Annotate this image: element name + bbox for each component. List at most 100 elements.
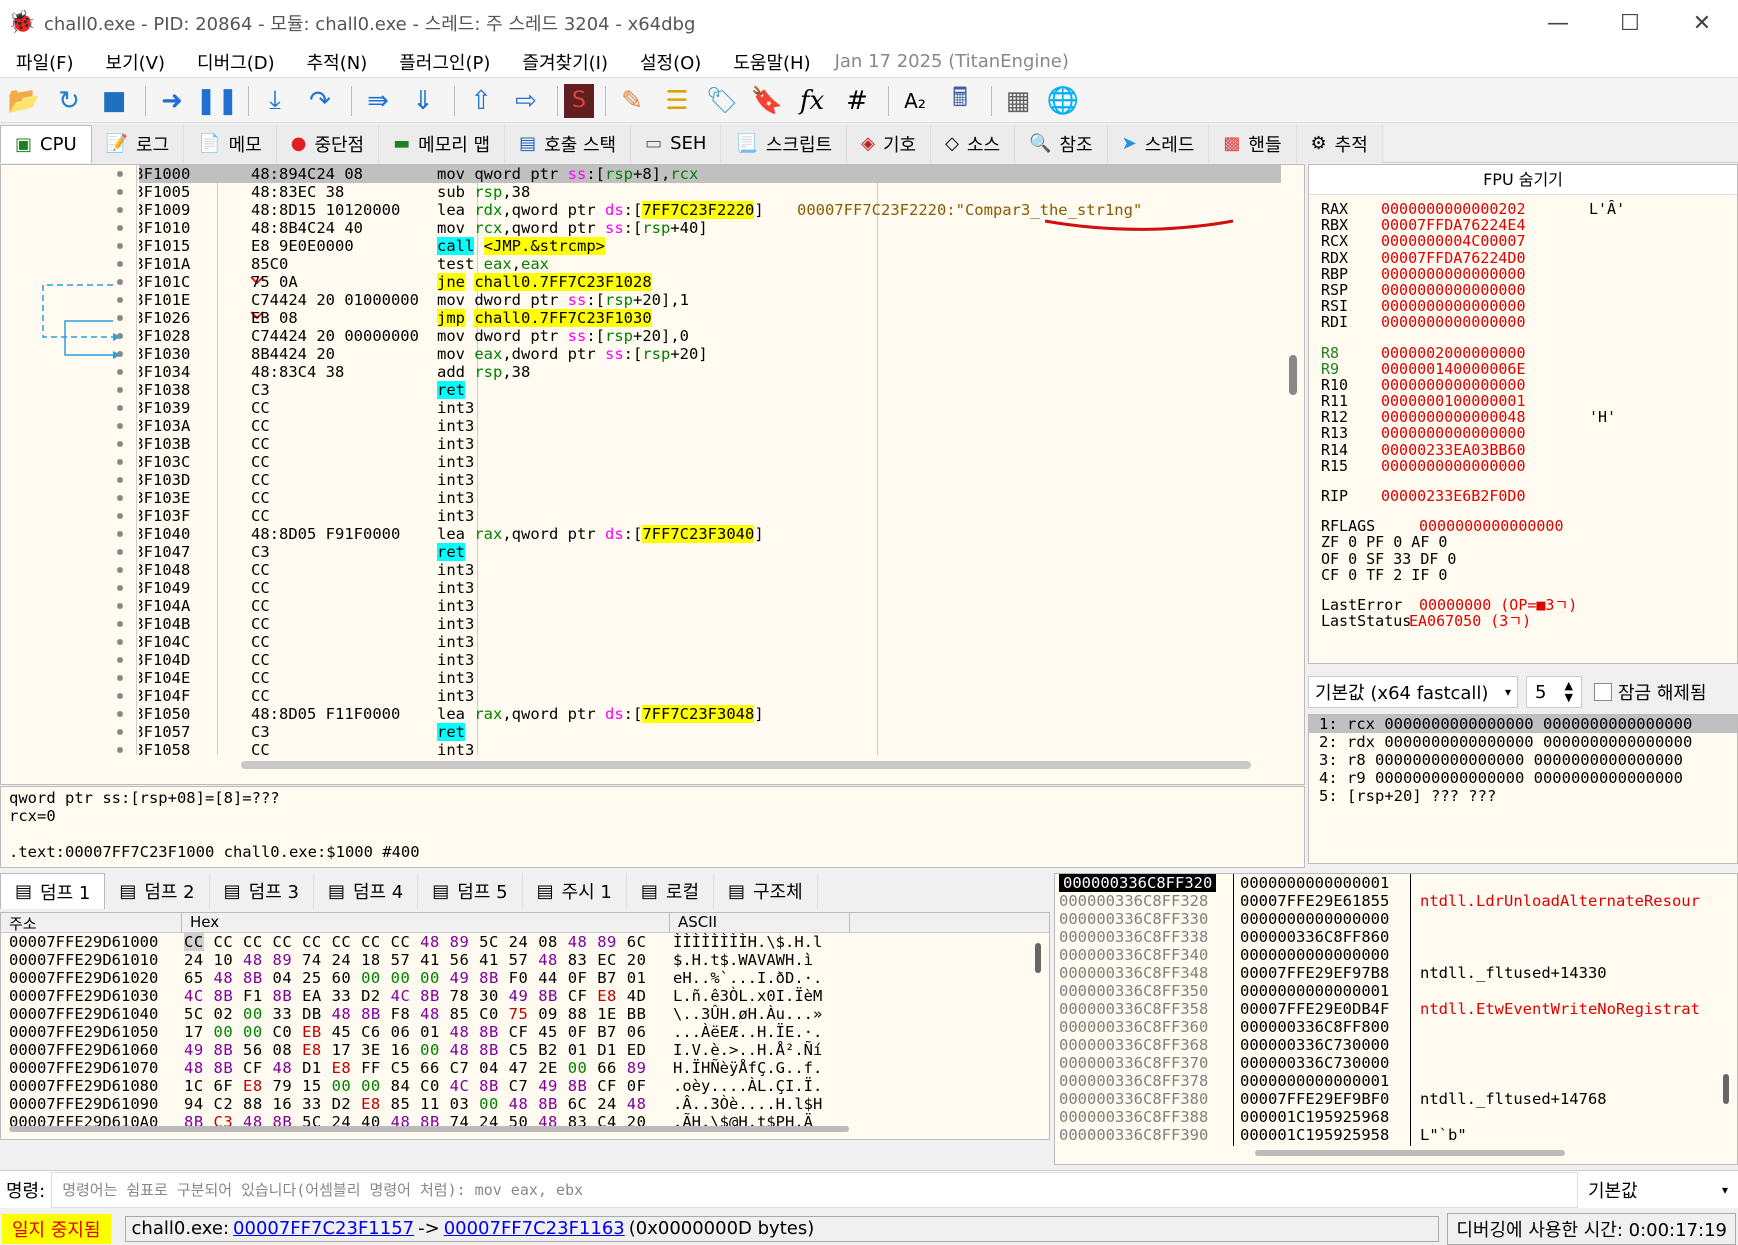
disasm-row[interactable]: 23F103448:83C4 38add rsp,38 [139, 363, 1281, 381]
breakpoint-dot[interactable] [117, 603, 123, 609]
execute-till-return-icon[interactable]: ⇧ [461, 81, 501, 121]
disasm-row[interactable]: 23F1048CCint3 [139, 561, 1281, 579]
disasm-row[interactable]: 23F1015E8 9E0E0000call <JMP.&strcmp> [139, 237, 1281, 255]
disasm-row[interactable]: 23F103ACCint3 [139, 417, 1281, 435]
menu-plugins[interactable]: 플러그인(P) [383, 49, 506, 75]
stack-row[interactable]: 000000336C8FF360 000000336C8FF800 [1055, 1018, 1737, 1036]
register-value[interactable]: 00007FFDA76224E4 [1381, 217, 1526, 233]
breakpoint-dot[interactable] [117, 585, 123, 591]
scylla-icon[interactable]: S [564, 83, 594, 118]
stack-row[interactable]: 000000336C8FF370 000000336C730000 [1055, 1054, 1737, 1072]
breakpoint-dot[interactable] [117, 675, 123, 681]
breakpoint-dot[interactable] [117, 693, 123, 699]
argument-row[interactable]: 2: rdx 0000000000000000 0000000000000000 [1309, 733, 1737, 751]
breakpoint-dot[interactable] [117, 387, 123, 393]
stack-row[interactable]: 000000336C8FF338 000000336C8FF860 [1055, 928, 1737, 946]
dump-tab[interactable]: ▤ 덤프 1 [0, 873, 106, 909]
breakpoint-dot[interactable] [117, 711, 123, 717]
register-row[interactable]: RBP 0000000000000000 [1309, 266, 1737, 282]
breakpoint-dot[interactable] [117, 441, 123, 447]
register-value[interactable]: 0000000100000001 [1381, 393, 1526, 409]
tab-symbols[interactable]: ◈ 기호 [847, 124, 932, 163]
register-value[interactable]: 00000000 (OP=■3ㄱ) [1419, 597, 1577, 613]
register-value[interactable]: 0000000000000000 [1419, 518, 1564, 534]
disasm-row[interactable]: 23F101A85C0test eax,eax [139, 255, 1281, 273]
dump-row[interactable]: 00007FFE29D61060 49 8B 56 08 E8 17 3E 16 … [1, 1041, 1049, 1059]
breakpoint-dot[interactable] [117, 549, 123, 555]
tab-source[interactable]: ◇ 소스 [931, 124, 1016, 163]
register-row[interactable]: RDX 00007FFDA76224D0 [1309, 249, 1737, 266]
register-value[interactable]: 00007FFDA76224D0 [1381, 249, 1526, 266]
stack-row[interactable]: 000000336C8FF378 0000000000000001 [1055, 1072, 1737, 1090]
fpu-toggle-button[interactable]: FPU 숨기기 [1309, 165, 1737, 195]
stack-scrollbar[interactable] [1723, 1074, 1729, 1104]
register-value[interactable]: 0000000000000000 [1381, 266, 1526, 282]
breakpoint-dot[interactable] [117, 747, 123, 753]
disassembly-list[interactable]: 23F100048:894C24 08mov qword ptr ss:[rsp… [139, 165, 1281, 755]
maximize-button[interactable]: ☐ [1594, 0, 1666, 46]
register-row[interactable]: R15 0000000000000000 [1309, 458, 1737, 474]
patch-icon[interactable]: ✎ [612, 81, 652, 121]
register-row[interactable]: RAX 0000000000000202 L'Ȃ' [1309, 201, 1737, 217]
register-value[interactable]: 0000000000000000 [1381, 298, 1526, 314]
disasm-row[interactable]: 23F1047C3ret [139, 543, 1281, 561]
register-row[interactable]: RIP 00000233E6B2F0D0 [1309, 488, 1737, 504]
trace-over-icon[interactable]: ⇓ [403, 81, 443, 121]
dump-tab[interactable]: ▤ 로컬 [627, 873, 715, 909]
dump-row[interactable]: 00007FFE29D61030 4C 8B F1 8B EA 33 D2 4C … [1, 987, 1049, 1005]
dump-tab[interactable]: ▤ 덤프 2 [105, 873, 210, 909]
menu-favourites[interactable]: 즐겨찾기(I) [506, 49, 624, 75]
tab-handles[interactable]: ▩ 핸들 [1209, 124, 1297, 163]
register-value[interactable]: 0000000000000000 [1381, 282, 1526, 298]
menu-view[interactable]: 보기(V) [90, 49, 181, 75]
functions-icon[interactable]: fx [792, 81, 832, 121]
argument-row[interactable]: 4: r9 0000000000000000 0000000000000000 [1309, 769, 1737, 787]
stop-icon[interactable]: ■ [94, 81, 134, 121]
disasm-row[interactable]: 23F101EC74424 20 01000000mov dword ptr s… [139, 291, 1281, 309]
register-value[interactable]: 0000000000000000 [1381, 377, 1526, 393]
disasm-row[interactable]: 23F104CCCint3 [139, 633, 1281, 651]
tab-breakpoints[interactable]: ● 중단점 [276, 124, 380, 163]
breakpoint-dot[interactable] [117, 459, 123, 465]
tab-cpu[interactable]: ▣ CPU [0, 124, 92, 163]
disasm-row[interactable]: 23F103FCCint3 [139, 507, 1281, 525]
register-value[interactable]: 00000233E6B2F0D0 [1381, 488, 1526, 504]
tab-seh[interactable]: ▭ SEH [631, 124, 722, 163]
register-row[interactable]: R14 00000233EA03BB60 [1309, 441, 1737, 457]
stack-row[interactable]: 000000336C8FF348 00007FFE29EF97B8 ntdll._f… [1055, 964, 1737, 982]
breakpoint-dot[interactable] [117, 477, 123, 483]
argument-row[interactable]: 1: rcx 0000000000000000 0000000000000000 [1309, 715, 1737, 733]
tab-threads[interactable]: ➤ 스레드 [1107, 124, 1210, 163]
register-value[interactable]: 000000140000006E [1381, 360, 1526, 377]
breakpoint-dot[interactable] [117, 189, 123, 195]
command-mode-select[interactable]: 기본값 ▾ [1578, 1172, 1738, 1208]
dump-row[interactable]: 00007FFE29D61090 94 C2 88 16 33 D2 E8 85 … [1, 1095, 1049, 1113]
register-value[interactable]: 0000000000000202 [1381, 201, 1526, 217]
breakpoint-dot[interactable] [117, 405, 123, 411]
disasm-row[interactable]: 23F103ECCint3 [139, 489, 1281, 507]
disasm-row[interactable]: 23F101C75 0Ajne chall0.7FF7C23F1028 [139, 273, 1281, 291]
disasm-row[interactable]: 23F100548:83EC 38sub rsp,38 [139, 183, 1281, 201]
disasm-row[interactable]: 23F1038C3ret [139, 381, 1281, 399]
dump-tab[interactable]: ▤ 구조체 [714, 873, 818, 909]
menu-debug[interactable]: 디버그(D) [181, 49, 291, 75]
open-icon[interactable]: 📂 [4, 81, 44, 121]
disasm-row[interactable]: 23F1039CCint3 [139, 399, 1281, 417]
disasm-row[interactable]: 23F104ACCint3 [139, 597, 1281, 615]
dump-view[interactable]: 주소 Hex ASCII 00007FFE29D61000 CC CC CC CC… [0, 912, 1050, 1140]
dump-row[interactable]: 00007FFE29D61000 CC CC CC CC CC CC CC CC … [1, 933, 1049, 951]
stack-row[interactable]: 000000336C8FF390 000001C195925958 L"`b" [1055, 1126, 1737, 1144]
register-value[interactable]: EA067050 (3ㄱ) [1409, 613, 1531, 629]
stack-row[interactable]: 000000336C8FF350 0000000000000001 [1055, 982, 1737, 1000]
dump-row[interactable]: 00007FFE29D61050 17 00 00 C0 EB 45 C6 06 … [1, 1023, 1049, 1041]
dump-row[interactable]: 00007FFE29D61020 65 48 8B 04 25 60 00 00 … [1, 969, 1049, 987]
breakpoint-dot[interactable] [117, 243, 123, 249]
tab-memory-map[interactable]: ▬ 메모리 맵 [379, 124, 506, 163]
breakpoint-dot[interactable] [117, 567, 123, 573]
register-row[interactable]: RBX 00007FFDA76224E4 [1309, 217, 1737, 233]
dump-tab[interactable]: ▤ 덤프 4 [314, 873, 419, 909]
run-to-user-code-icon[interactable]: ⇨ [506, 81, 546, 121]
register-value[interactable]: 0000000000000000 [1381, 425, 1526, 441]
register-row[interactable]: RSP 0000000000000000 [1309, 282, 1737, 298]
tab-notes[interactable]: 📄 메모 [184, 124, 277, 163]
